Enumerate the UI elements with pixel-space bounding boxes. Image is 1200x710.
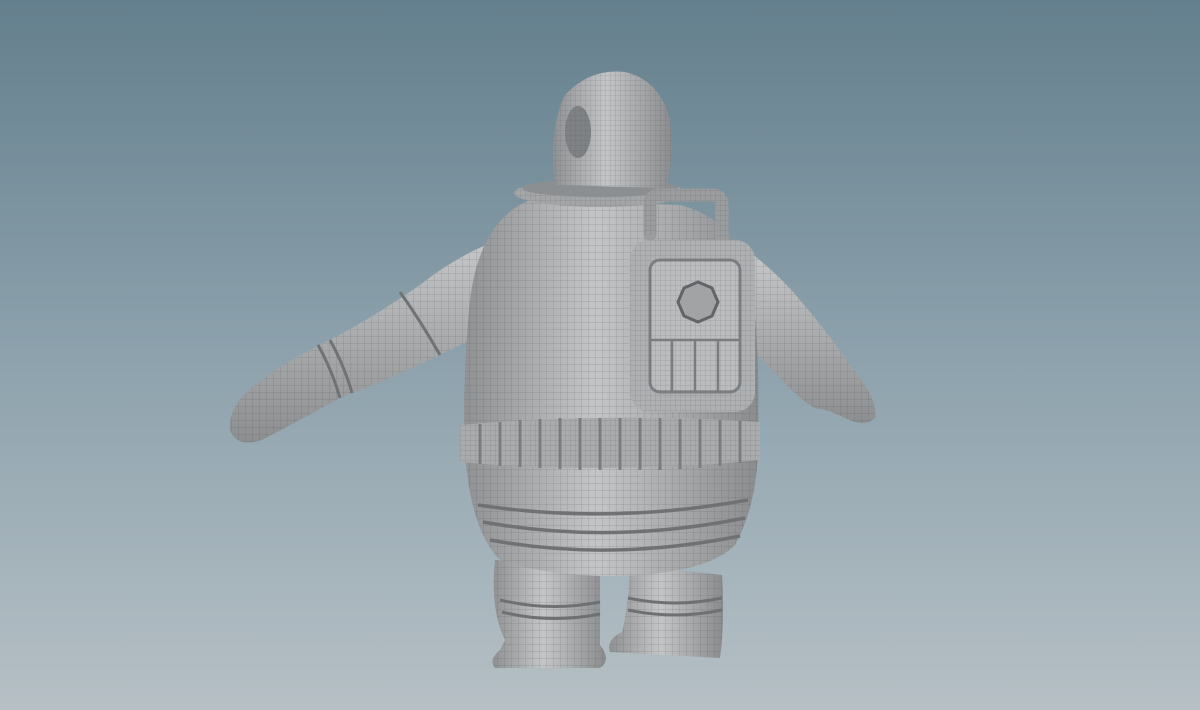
right-arm bbox=[740, 245, 876, 423]
left-leg bbox=[492, 560, 606, 668]
belt bbox=[460, 417, 760, 470]
right-leg bbox=[609, 565, 724, 658]
model-render bbox=[229, 71, 876, 668]
3d-viewport[interactable] bbox=[0, 0, 1200, 710]
helmet bbox=[552, 71, 672, 188]
